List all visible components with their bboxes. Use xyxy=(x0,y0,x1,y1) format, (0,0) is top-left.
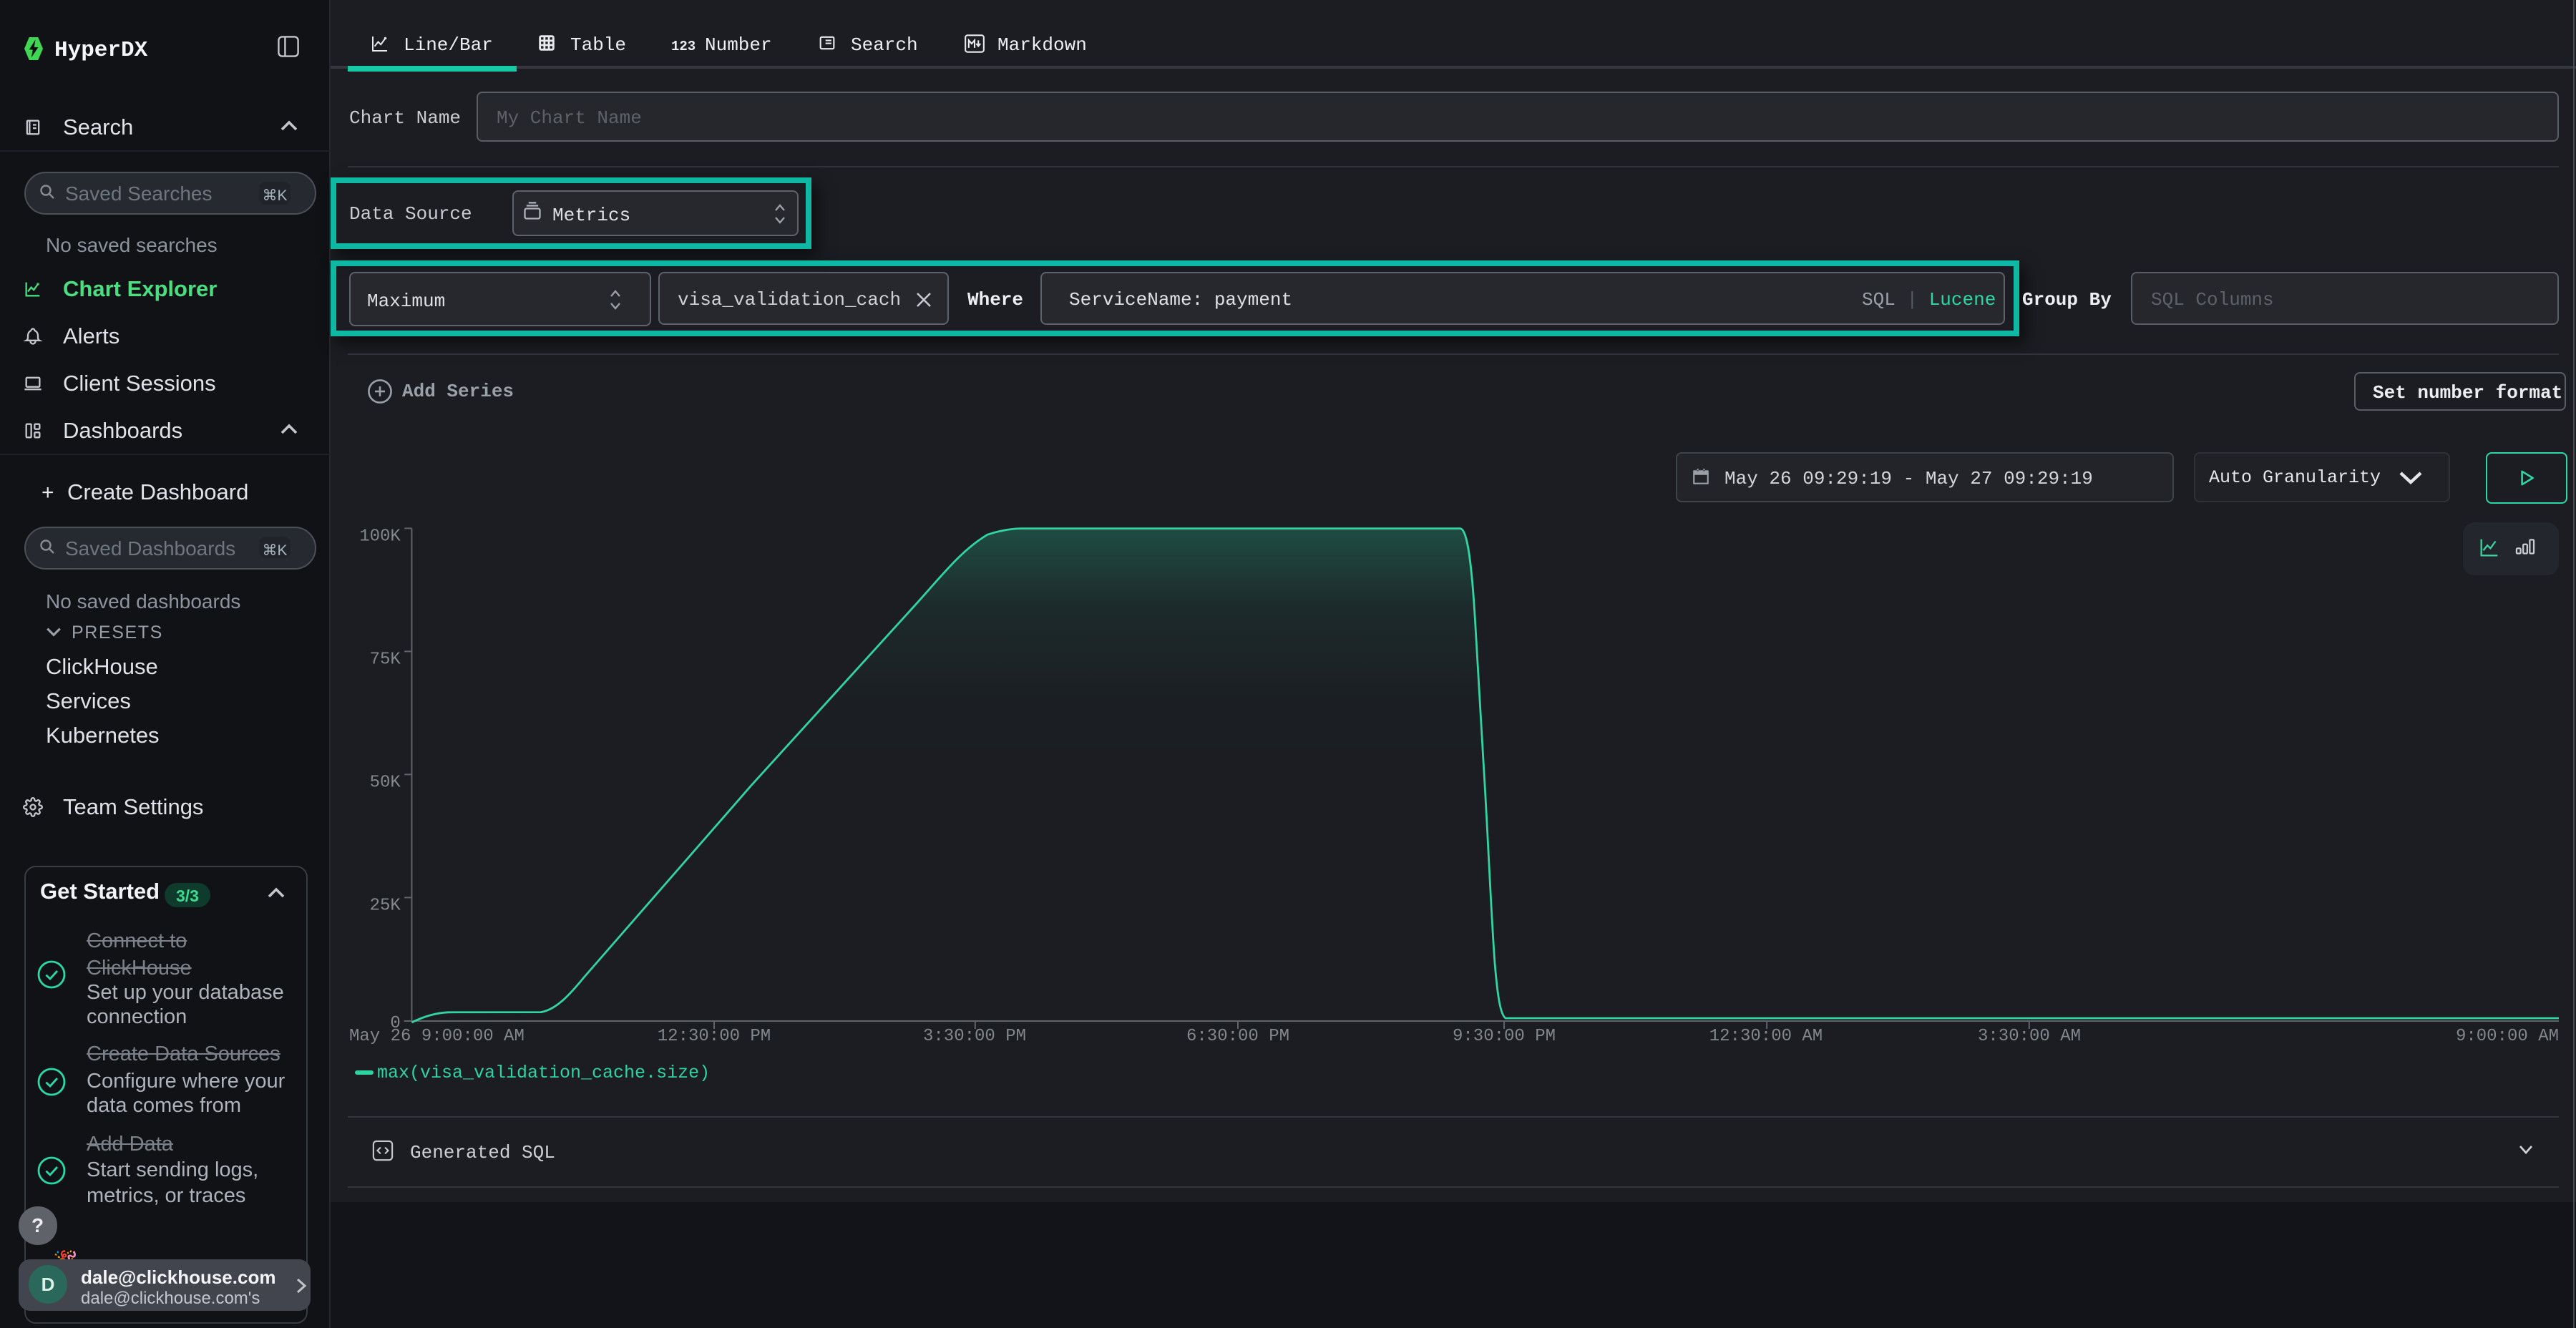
svg-text:3:30:00 PM: 3:30:00 PM xyxy=(923,1027,1026,1046)
svg-text:100K: 100K xyxy=(359,527,401,546)
svg-text:May 26 9:00:00 AM: May 26 9:00:00 AM xyxy=(349,1027,525,1046)
svg-text:12:30:00 PM: 12:30:00 PM xyxy=(658,1027,771,1046)
svg-text:12:30:00 AM: 12:30:00 AM xyxy=(1709,1027,1823,1046)
svg-text:3:30:00 AM: 3:30:00 AM xyxy=(1978,1027,2081,1046)
svg-text:9:30:00 PM: 9:30:00 PM xyxy=(1453,1027,1556,1046)
svg-text:75K: 75K xyxy=(370,650,401,669)
svg-text:50K: 50K xyxy=(370,773,401,792)
svg-text:9:00:00 AM: 9:00:00 AM xyxy=(2456,1027,2559,1046)
svg-text:25K: 25K xyxy=(370,896,401,915)
svg-text:6:30:00 PM: 6:30:00 PM xyxy=(1186,1027,1289,1046)
